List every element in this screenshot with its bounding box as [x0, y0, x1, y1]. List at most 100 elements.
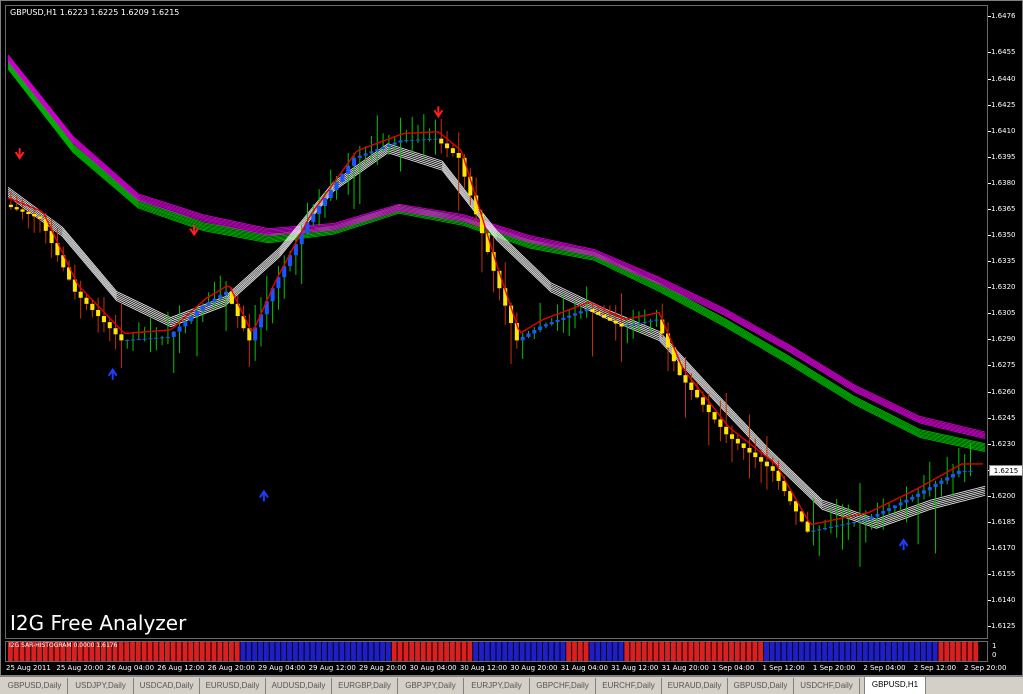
price-tick-label: 1.6125 [991, 622, 1016, 631]
main-chart-area[interactable]: GBPUSD,H1 1.6223 1.6225 1.6209 1.6215 I2… [5, 5, 988, 639]
chart-tab-eurgbp-daily[interactable]: EURGBP,Daily [332, 678, 398, 694]
candle-body [695, 389, 700, 398]
histogram-bar [391, 642, 397, 661]
indicator-subwindow[interactable]: I2G SAR-HISTOGRAM 0.0000 1.6176 [5, 641, 988, 662]
histogram-bar [135, 642, 141, 661]
candle-body [37, 216, 43, 219]
histogram-svg [8, 642, 979, 661]
histogram-bar [653, 642, 659, 661]
histogram-bar [717, 642, 723, 661]
candle-body [218, 295, 223, 299]
candle-body [828, 526, 833, 529]
candle-body [328, 189, 333, 199]
candle-body [113, 328, 118, 335]
histogram-bar [915, 642, 920, 661]
histogram-bar [374, 642, 380, 661]
chart-tab-euraud-daily[interactable]: EURAUD,Daily [662, 678, 728, 694]
histogram-bar [950, 642, 955, 661]
chart-tab-gbpjpy-daily[interactable]: GBPJPY,Daily [398, 678, 464, 694]
histogram-bar [322, 642, 327, 661]
chart-tab-gbpusd-h1[interactable]: GBPUSD,H1 [864, 677, 926, 694]
histogram-bar [182, 642, 188, 661]
time-tick-label: 31 Aug 20:00 [661, 664, 709, 672]
histogram-bar [804, 642, 810, 661]
histogram-bar [961, 642, 967, 661]
histogram-bar [793, 642, 798, 661]
histogram-bar [223, 642, 228, 661]
time-tick-label: 25 Aug 20:00 [56, 664, 104, 672]
candle-body [956, 470, 961, 475]
histogram-bar [467, 642, 473, 661]
histogram-bar [874, 642, 880, 661]
price-tick-label: 1.6476 [991, 11, 1016, 20]
candle-body [119, 334, 124, 341]
histogram-bar [688, 642, 694, 661]
candle-body [712, 412, 717, 420]
histogram-bar [624, 642, 630, 661]
histogram-bar [386, 642, 391, 661]
chart-tab-gbpusd-daily[interactable]: GBPUSD,Daily [728, 678, 794, 694]
candle-body [165, 336, 170, 338]
histogram-bar [944, 642, 950, 661]
price-tick-label: 1.6275 [991, 361, 1016, 370]
candle-body [735, 438, 740, 444]
histogram-bar [583, 642, 589, 661]
candle-body [398, 140, 403, 143]
time-tick-label: 31 Aug 12:00 [611, 664, 659, 672]
ema-ribbon-white-line [7, 152, 986, 529]
chart-tab-eurchf-daily[interactable]: EURCHF,Daily [596, 678, 662, 694]
chart-tab-eurjpy-daily[interactable]: EURJPY,Daily [464, 678, 530, 694]
histogram-bar [851, 642, 856, 661]
histogram-bar [758, 642, 763, 661]
indicator-tick-label: 1 [992, 642, 997, 650]
price-tick-label: 1.6140 [991, 596, 1016, 605]
chart-tab-audusd-daily[interactable]: AUDUSD,Daily [266, 678, 332, 694]
time-tick-label: 26 Aug 04:00 [106, 664, 155, 672]
candle-body [950, 474, 956, 478]
time-tick-label: 2 Sep 12:00 [913, 664, 957, 672]
ema-ribbon-magenta-line [7, 59, 986, 438]
chart-tab-usdjpy-daily[interactable]: USDJPY,Daily [68, 678, 134, 694]
candle-body [20, 209, 25, 212]
ema-ribbon-magenta-line [7, 55, 986, 434]
candle-body [619, 323, 624, 327]
price-tick-label: 1.6260 [991, 387, 1016, 396]
histogram-bar [275, 642, 281, 661]
chart-tab-gbpusd-daily[interactable]: GBPUSD,Daily [2, 678, 68, 694]
price-tick-label: 1.6350 [991, 231, 1016, 240]
histogram-bar [304, 642, 310, 661]
candle-body [817, 529, 822, 531]
chart-tab-eurusd-daily[interactable]: EURUSD,Daily [200, 678, 266, 694]
chart-tab-usdchf-daily[interactable]: USDCHF,Daily [794, 678, 860, 694]
histogram-bar [420, 642, 426, 661]
candle-body [602, 314, 607, 318]
time-tick-label: 26 Aug 12:00 [157, 664, 205, 672]
time-tick-label: 2 Sep 20:00 [964, 664, 1007, 672]
time-tick-label: 29 Aug 20:00 [359, 664, 407, 672]
chart-tab-gbpchf-daily[interactable]: GBPCHF,Daily [530, 678, 596, 694]
candle-body [532, 329, 537, 334]
price-tick-label: 1.6440 [991, 74, 1016, 83]
histogram-bar [147, 642, 153, 661]
histogram-bar [356, 642, 362, 661]
histogram-bar [525, 642, 531, 661]
time-tick-label: 30 Aug 12:00 [459, 664, 508, 672]
candle-body [724, 426, 729, 435]
chart-window[interactable]: GBPUSD,H1 1.6223 1.6225 1.6209 1.6215 I2… [0, 0, 1023, 676]
histogram-bar [857, 642, 862, 661]
candle-body [26, 211, 31, 215]
histogram-bar [659, 642, 665, 661]
histogram-bar [880, 642, 886, 661]
price-tick-label: 1.6320 [991, 283, 1016, 292]
histogram-bar [287, 642, 292, 661]
ema-ribbon-white-line [7, 146, 986, 524]
histogram-bar [293, 642, 298, 661]
candle-body [445, 143, 450, 149]
price-tick-label: 1.6290 [991, 335, 1016, 344]
histogram-bar [362, 642, 368, 661]
candle-body [968, 470, 973, 472]
histogram-bar [734, 642, 740, 661]
time-tick-label: 30 Aug 04:00 [409, 664, 457, 672]
candle-body [14, 207, 19, 210]
chart-tab-usdcad-daily[interactable]: USDCAD,Daily [134, 678, 200, 694]
